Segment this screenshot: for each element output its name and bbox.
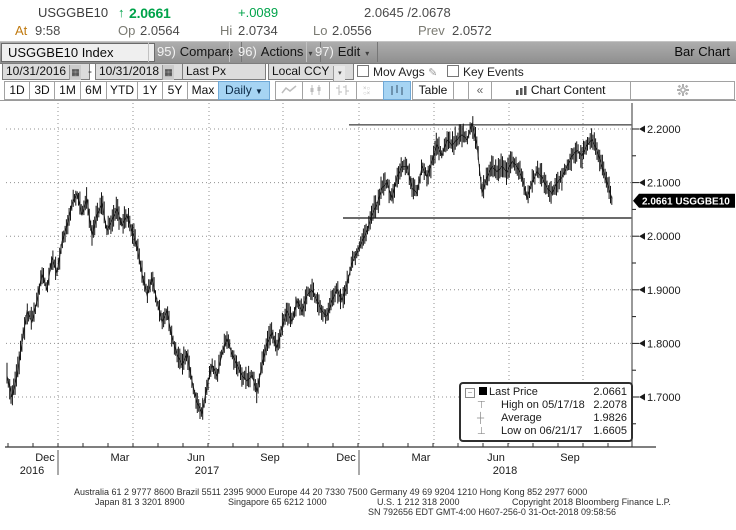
period-button-3d[interactable]: 3D xyxy=(29,81,55,100)
date-from-field[interactable]: 10/31/2016 ▦ xyxy=(2,63,90,80)
period-button-1d[interactable]: 1D xyxy=(4,81,30,100)
svg-text:Mar: Mar xyxy=(111,452,130,464)
footer-singapore: Singapore 65 6212 1000 xyxy=(228,497,327,507)
calendar-icon[interactable]: ▦ xyxy=(69,65,82,80)
svg-text:2018: 2018 xyxy=(493,465,517,477)
footer-japan: Japan 81 3 3201 8900 xyxy=(95,497,185,507)
svg-text:2016: 2016 xyxy=(20,465,44,477)
chart-style-ohlc-button[interactable] xyxy=(329,81,357,100)
period-toolbar: 1D 3D 1M 6M YTD 1Y 5Y Max Daily ▼ ×○ ○× T… xyxy=(0,81,736,101)
svg-text:1.9000: 1.9000 xyxy=(647,285,681,297)
bloomberg-chart-window: USGGBE10 ↑ 2.0661 +.0089 2.0645 /2.0678 … xyxy=(0,0,736,530)
svg-text:1.7000: 1.7000 xyxy=(647,392,681,404)
average-marker-icon: ┼ xyxy=(477,413,485,424)
period-button-max[interactable]: Max xyxy=(187,81,219,100)
calendar-icon[interactable]: ▦ xyxy=(162,65,175,80)
prev-label: Prev xyxy=(418,23,445,38)
date-to-field[interactable]: 10/31/2018 ▦ xyxy=(95,63,183,80)
at-time: 9:58 xyxy=(35,23,61,38)
svg-text:2.2000: 2.2000 xyxy=(647,124,681,136)
low-value: 2.0556 xyxy=(332,23,372,38)
footer-phone-line: Australia 61 2 9777 8600 Brazil 5511 239… xyxy=(74,487,588,497)
key-events-toggle[interactable]: Key Events xyxy=(447,65,524,79)
up-arrow-icon: ↑ xyxy=(118,5,125,20)
chart-type-label: Bar Chart xyxy=(674,44,730,59)
chevron-down-icon: ▾ xyxy=(365,49,370,58)
menu-bar: USGGBE10 Index 95) Compare 96) Actions ▾ 97… xyxy=(0,41,736,64)
svg-text:Dec: Dec xyxy=(336,452,356,464)
last-price: 2.0661 xyxy=(129,5,171,21)
legend-row-high: ⊤ High on 05/17/18 2.2078 xyxy=(465,399,627,412)
pencil-icon[interactable]: ✎ xyxy=(428,67,437,79)
chart-style-pnf-button[interactable]: ×○ ○× xyxy=(356,81,384,100)
key-events-checkbox[interactable] xyxy=(447,65,459,77)
last-price-axis-badge-text: 2.0661 USGGBE10 xyxy=(642,196,730,207)
collapse-button[interactable]: « xyxy=(468,81,492,100)
svg-text:2.0000: 2.0000 xyxy=(647,231,681,243)
prev-value: 2.0572 xyxy=(452,23,492,38)
high-label: Hi xyxy=(220,23,233,38)
svg-text:Jun: Jun xyxy=(187,452,205,464)
settings-gear-button[interactable] xyxy=(630,81,735,100)
date-separator: - xyxy=(88,64,92,78)
bid-ask: 2.0645 /2.0678 xyxy=(364,5,451,20)
chart-style-candle-button[interactable] xyxy=(302,81,330,100)
mov-avgs-checkbox[interactable] xyxy=(357,65,369,77)
edit-button[interactable]: 97) Edit ▾ xyxy=(306,42,379,62)
svg-text:Dec: Dec xyxy=(35,452,55,464)
open-value: 2.0564 xyxy=(140,23,180,38)
blank-button[interactable] xyxy=(453,81,469,100)
range-toolbar: 10/31/2016 ▦ - 10/31/2018 ▦ Last Px Local … xyxy=(0,63,736,81)
chart-style-bar-selected-button[interactable] xyxy=(383,81,411,100)
period-button-1m[interactable]: 1M xyxy=(54,81,81,100)
low-marker-icon: ⊥ xyxy=(477,426,486,437)
price-source-field[interactable]: Last Px xyxy=(182,63,266,80)
footer-copyright: Copyright 2018 Bloomberg Finance L.P. xyxy=(512,497,671,507)
svg-text:2017: 2017 xyxy=(195,465,219,477)
period-button-5y[interactable]: 5Y xyxy=(162,81,188,100)
footer-us: U.S. 1 212 318 2000 xyxy=(377,497,460,507)
high-value: 2.0734 xyxy=(238,23,278,38)
svg-text:Jun: Jun xyxy=(487,452,505,464)
table-button[interactable]: Table xyxy=(412,81,454,100)
period-button-ytd[interactable]: YTD xyxy=(106,81,138,100)
chart-legend[interactable]: − Last Price 2.0661 ⊤ High on 05/17/18 2… xyxy=(459,382,633,442)
security-input[interactable]: USGGBE10 Index xyxy=(1,43,155,62)
svg-text:○×: ○× xyxy=(363,91,371,96)
chart-style-line-button[interactable] xyxy=(275,81,303,100)
period-button-6m[interactable]: 6M xyxy=(80,81,107,100)
currency-select[interactable]: Local CCY ▾ xyxy=(268,63,354,81)
svg-text:Mar: Mar xyxy=(412,452,431,464)
low-label: Lo xyxy=(313,23,328,38)
footer-serial: SN 792656 EDT GMT-4:00 H607-256-0 31-Oct… xyxy=(368,507,616,517)
chevron-down-icon: ▼ xyxy=(255,87,263,96)
legend-row-low: ⊥ Low on 06/21/17 1.6605 xyxy=(465,425,627,438)
high-marker-icon: ⊤ xyxy=(477,400,486,411)
price-change: +.0089 xyxy=(238,5,279,20)
legend-row-last-price: − Last Price 2.0661 xyxy=(465,386,627,399)
ticker-label: USGGBE10 xyxy=(38,5,109,20)
svg-text:1.8000: 1.8000 xyxy=(647,338,681,350)
open-label: Op xyxy=(118,23,136,38)
legend-row-average: ┼ Average 1.9826 xyxy=(465,412,627,425)
svg-text:Sep: Sep xyxy=(560,452,580,464)
svg-text:2.1000: 2.1000 xyxy=(647,178,681,190)
chart-content-button[interactable]: Chart Content xyxy=(491,81,631,100)
chevron-down-icon: ▾ xyxy=(333,66,346,81)
last-price-swatch-icon xyxy=(479,387,487,395)
frequency-select[interactable]: Daily ▼ xyxy=(218,81,270,100)
period-button-1y[interactable]: 1Y xyxy=(137,81,163,100)
svg-text:Sep: Sep xyxy=(260,452,280,464)
mov-avgs-toggle[interactable]: Mov Avgs ✎ xyxy=(357,65,437,79)
at-label: At xyxy=(15,23,28,38)
legend-collapse-icon[interactable]: − xyxy=(465,388,475,398)
